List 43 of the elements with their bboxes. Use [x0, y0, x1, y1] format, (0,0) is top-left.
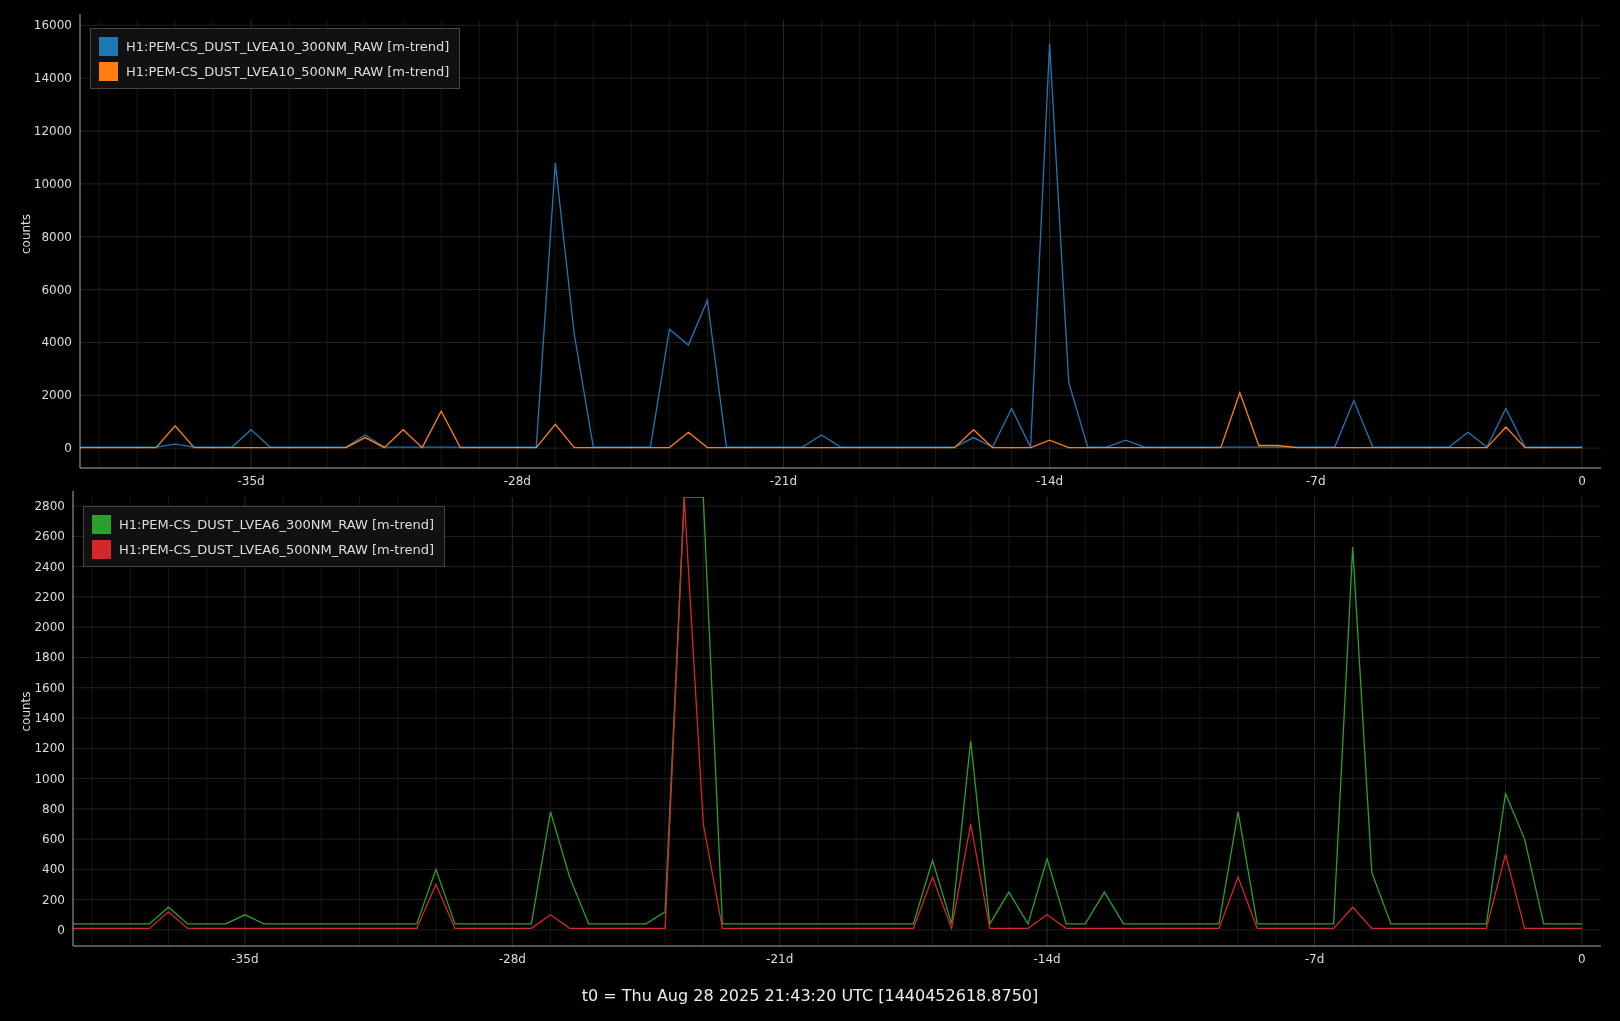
tick-label: 6000 — [41, 282, 72, 297]
tick-label: 0 — [1578, 952, 1586, 966]
tick-label: -14d — [1036, 474, 1064, 488]
tick-label: 2000 — [34, 620, 65, 635]
tick-label: 0 — [64, 441, 72, 456]
tick-label: 4000 — [41, 335, 72, 350]
tick-label: 2800 — [34, 499, 65, 514]
tick-label: 200 — [42, 892, 65, 907]
tick-label: 1000 — [34, 771, 65, 786]
tick-label: 16000 — [33, 18, 72, 33]
tick-label: 2000 — [41, 388, 72, 403]
time-reference: t0 = Thu Aug 28 2025 21:43:20 UTC [1440452618.8750] — [581, 986, 1039, 1005]
legend-label: H1:PEM-CS_DUST_LVEA6_500NM_RAW [m-trend] — [119, 542, 435, 557]
tick-label: 800 — [42, 801, 65, 816]
tick-label: -35d — [231, 952, 259, 966]
tick-label: 10000 — [33, 176, 72, 191]
tick-label: 1400 — [34, 711, 65, 725]
tick-label: 1800 — [34, 650, 65, 665]
tick-label: -14d — [1033, 952, 1061, 966]
tick-label: 12000 — [33, 124, 72, 138]
tick-label: 2600 — [34, 529, 65, 544]
tick-label: -28d — [498, 952, 526, 966]
tick-label: 0 — [57, 922, 65, 937]
tick-label: -21d — [766, 952, 794, 966]
legend-label: H1:PEM-CS_DUST_LVEA6_300NM_RAW [m-trend] — [119, 517, 435, 532]
tick-label: 600 — [42, 832, 65, 847]
tick-label: 400 — [42, 862, 65, 877]
tick-label: -7d — [1304, 952, 1325, 966]
axis-title: counts — [19, 213, 33, 255]
tick-label: -7d — [1306, 474, 1326, 488]
tick-label: 2200 — [34, 589, 65, 604]
tick-label: -21d — [769, 474, 798, 488]
tick-label: 0 — [1578, 474, 1586, 488]
legend-label: H1:PEM-CS_DUST_LVEA10_300NM_RAW [m-trend] — [126, 39, 450, 54]
tick-label: -35d — [237, 474, 265, 488]
legend-label: H1:PEM-CS_DUST_LVEA10_500NM_RAW [m-trend] — [126, 64, 450, 79]
tick-label: 14000 — [33, 71, 72, 86]
tick-label: 2400 — [34, 559, 65, 574]
tick-label: 1600 — [34, 680, 65, 695]
tick-label: 8000 — [41, 229, 72, 244]
tick-label: 1200 — [34, 741, 65, 756]
tick-label: -28d — [503, 474, 531, 488]
axis-title: counts — [19, 691, 33, 732]
